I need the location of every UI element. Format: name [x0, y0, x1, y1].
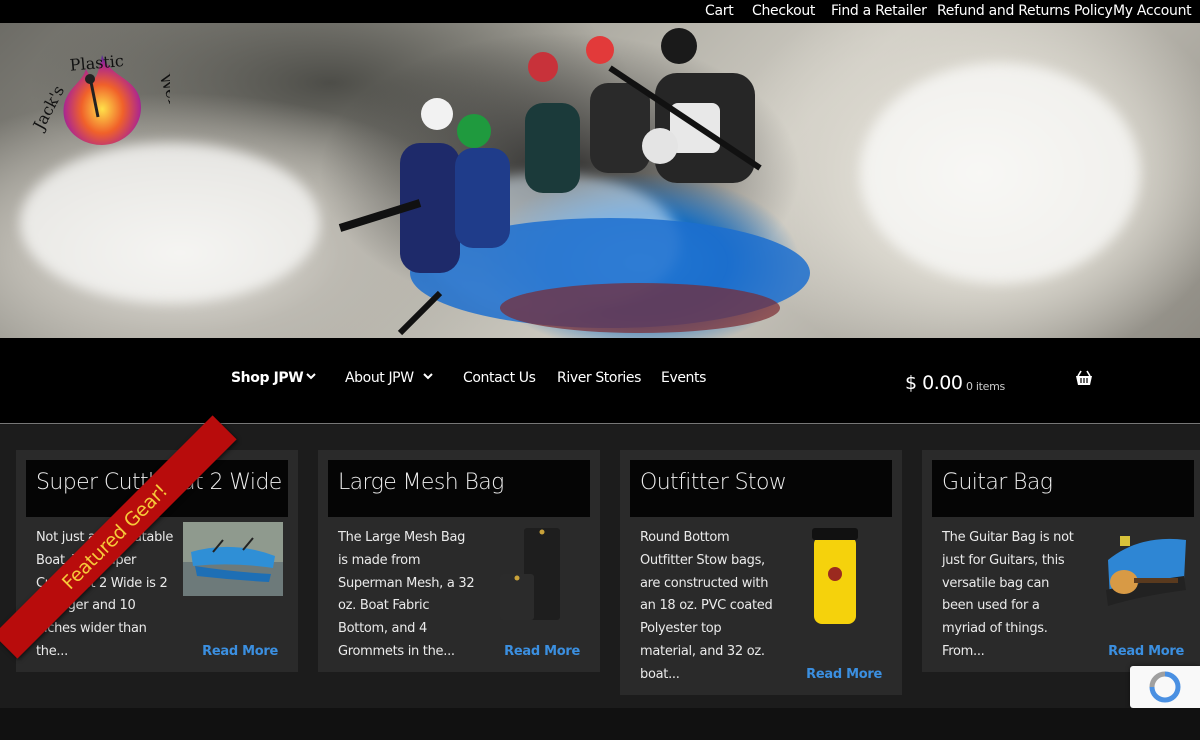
chevron-down-icon[interactable]: [421, 369, 435, 383]
product-title[interactable]: Outfitter Stow: [640, 470, 787, 495]
cart-total[interactable]: $ 0.00: [905, 372, 963, 394]
product-card[interactable]: Large Mesh Bag The Large Mesh Bag is mad…: [318, 450, 600, 672]
hero-banner: Jack's Plastic Welding: [0, 23, 1200, 338]
recaptcha-icon: [1149, 671, 1181, 703]
nav-item-about-jpw[interactable]: About JPW: [345, 370, 414, 386]
read-more-link[interactable]: Read More: [806, 667, 882, 682]
nav-item-shop-jpw[interactable]: Shop JPW: [231, 370, 304, 386]
read-more-link[interactable]: Read More: [202, 644, 278, 659]
top-bar: Cart Checkout Find a Retailer Refund and…: [0, 0, 1200, 23]
product-title[interactable]: Large Mesh Bag: [338, 470, 504, 495]
product-card[interactable]: Outfitter Stow Round Bottom Outfitter St…: [620, 450, 902, 695]
footer-strip: [0, 708, 1200, 740]
nav-item-river-stories[interactable]: River Stories: [557, 370, 641, 386]
product-image-mesh-bag[interactable]: [496, 524, 566, 624]
product-description: The Guitar Bag is not just for Guitars, …: [942, 530, 1074, 659]
recaptcha-badge[interactable]: [1130, 666, 1200, 708]
top-link-my-account[interactable]: My Account: [1113, 3, 1192, 19]
chevron-down-icon[interactable]: [304, 369, 318, 383]
product-title[interactable]: Guitar Bag: [942, 470, 1053, 495]
product-image-super-cutthroat[interactable]: [183, 522, 283, 596]
svg-text:Jack's: Jack's: [30, 82, 68, 134]
svg-text:Plastic: Plastic: [69, 51, 125, 75]
product-image-guitar-bag[interactable]: [1100, 530, 1190, 608]
nav-item-events[interactable]: Events: [661, 370, 706, 386]
read-more-link[interactable]: Read More: [1108, 644, 1184, 659]
product-description: The Large Mesh Bag is made from Superman…: [338, 530, 475, 659]
cart-count[interactable]: 0 items: [966, 380, 1005, 393]
svg-text:Welding: Welding: [156, 71, 170, 139]
top-link-cart[interactable]: Cart: [705, 3, 734, 19]
rafting-scene: [338, 28, 810, 336]
top-link-refund-policy[interactable]: Refund and Returns Policy: [937, 3, 1113, 19]
nav-item-contact-us[interactable]: Contact Us: [463, 370, 536, 386]
product-description: Round Bottom Outfitter Stow bags, are co…: [640, 530, 773, 682]
read-more-link[interactable]: Read More: [504, 644, 580, 659]
basket-icon[interactable]: [1075, 370, 1093, 386]
top-link-find-retailer[interactable]: Find a Retailer: [831, 3, 927, 19]
main-nav: Shop JPW About JPW Contact Us River Stor…: [0, 338, 1200, 424]
product-image-outfitter-stow[interactable]: [810, 528, 860, 626]
top-link-checkout[interactable]: Checkout: [752, 3, 815, 19]
product-card[interactable]: Guitar Bag The Guitar Bag is not just fo…: [922, 450, 1200, 672]
jpw-logo[interactable]: Jack's Plastic Welding: [30, 47, 170, 157]
